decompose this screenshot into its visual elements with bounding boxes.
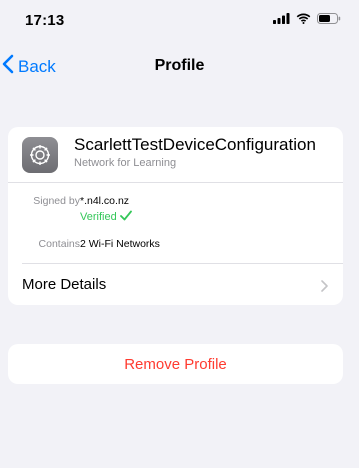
remove-profile-button[interactable]: Remove Profile (8, 344, 343, 384)
more-details-row[interactable]: More Details (8, 264, 343, 305)
back-button[interactable]: Back (2, 54, 56, 79)
organization-name: Network for Learning (74, 157, 177, 169)
checkmark-icon (119, 210, 132, 224)
contains-value: 2 Wi-Fi Networks (80, 238, 160, 250)
signed-by-label: Signed by (33, 195, 80, 207)
chevron-left-icon (2, 54, 14, 79)
wifi-icon (296, 13, 311, 24)
remove-profile-label: Remove Profile (124, 355, 227, 373)
profile-name: ScarlettTestDeviceConfiguration (74, 135, 316, 154)
cellular-signal-icon (273, 13, 290, 24)
profile-header: ScarlettTestDeviceConfiguration Network … (8, 127, 343, 182)
navigation-bar: Back Profile (0, 46, 359, 86)
back-label: Back (18, 56, 56, 76)
more-details-label: More Details (22, 276, 107, 293)
status-bar: 17:13 (0, 0, 359, 38)
signed-by-value: *.n4l.co.nz (80, 195, 130, 207)
gear-icon (22, 137, 58, 173)
status-time: 17:13 (25, 12, 65, 29)
verified-label: Verified (80, 211, 117, 223)
chevron-right-icon (321, 279, 328, 297)
screen: 17:13 Back Profile ScarlettTestDeviceCon… (0, 0, 359, 468)
status-icons (273, 13, 341, 24)
battery-icon (317, 13, 341, 24)
profile-card: ScarlettTestDeviceConfiguration Network … (8, 127, 343, 305)
divider (8, 182, 343, 183)
verified-status: Verified (80, 210, 132, 224)
contains-label: Contains (38, 238, 80, 250)
